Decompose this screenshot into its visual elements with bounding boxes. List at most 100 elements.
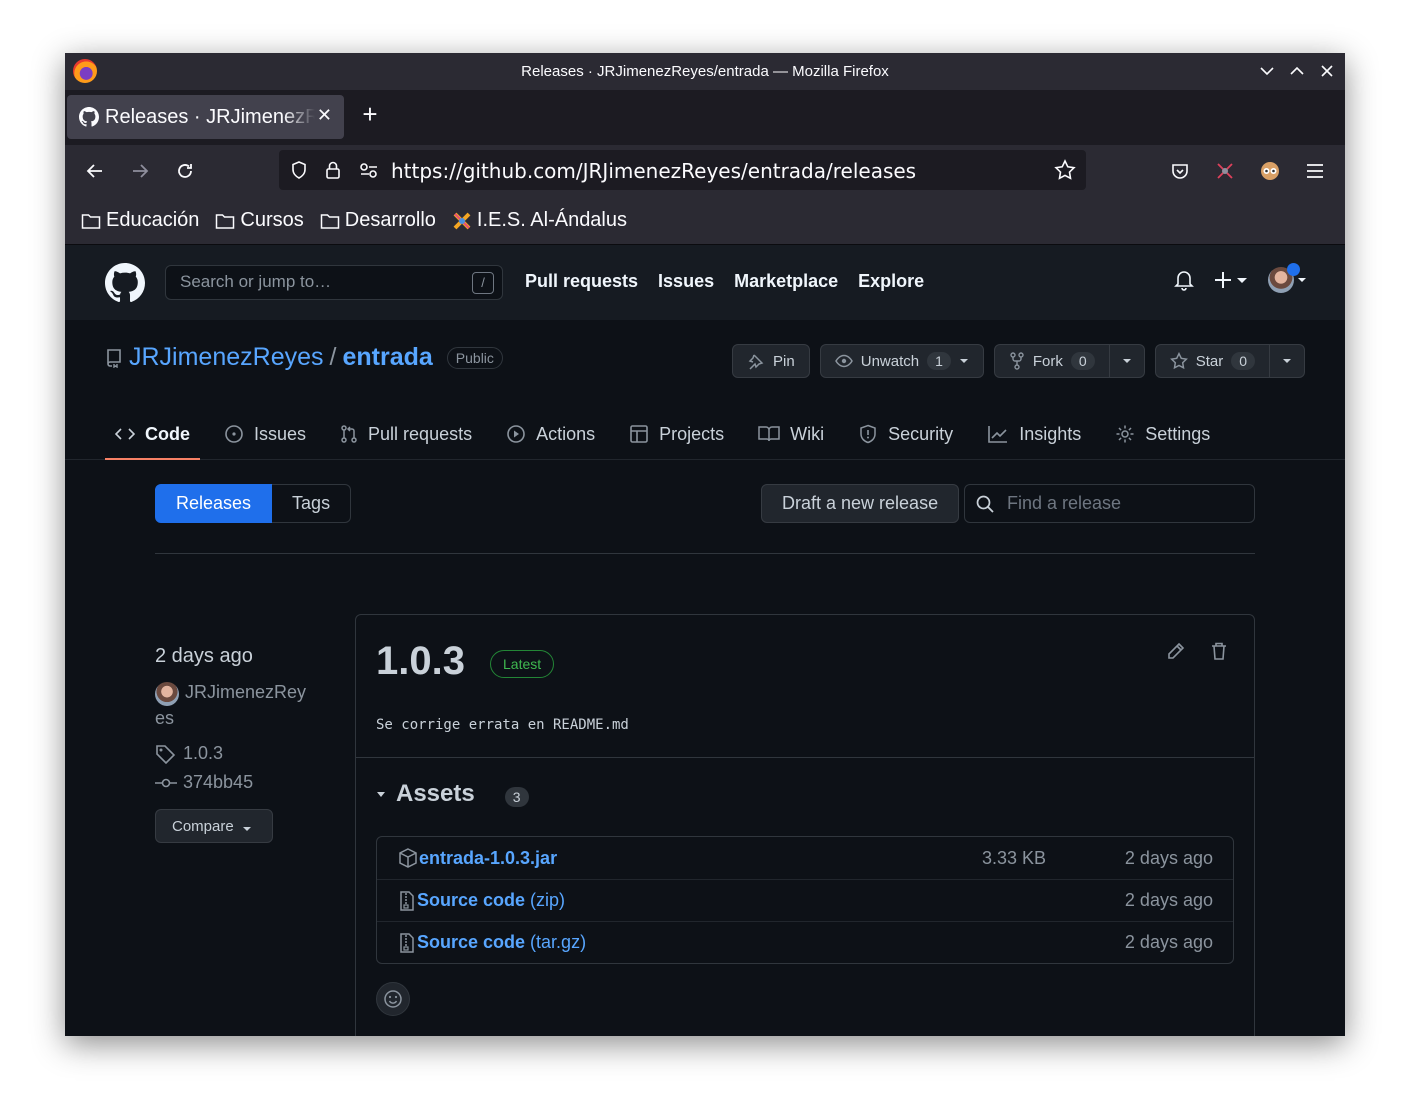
book-icon (758, 426, 780, 442)
browser-tab[interactable]: Releases · JRJimenezReyes/entrada ✕ (67, 95, 344, 139)
header-actions (1174, 263, 1307, 293)
nav-explore[interactable]: Explore (858, 271, 924, 292)
permissions-icon[interactable] (359, 162, 379, 178)
tab-close-icon[interactable]: ✕ (317, 105, 332, 126)
pencil-icon[interactable] (1166, 641, 1186, 661)
release-tag-link[interactable]: 1.0.3 (155, 743, 306, 764)
star-label: Star (1195, 352, 1224, 370)
eye-icon (834, 354, 853, 368)
tab-label: Wiki (790, 423, 825, 444)
notifications-bell-icon[interactable] (1174, 269, 1194, 291)
nav-marketplace[interactable]: Marketplace (734, 271, 838, 292)
new-tab-button[interactable]: + (357, 101, 383, 128)
compare-label: Compare (172, 817, 234, 835)
commit-icon (155, 778, 177, 787)
subnav-tags[interactable]: Tags (272, 484, 352, 523)
compare-button[interactable]: Compare (155, 809, 273, 843)
github-logo-icon[interactable] (105, 263, 145, 303)
url-text: https://github.com/JRJimenezReyes/entrad… (391, 159, 917, 183)
assets-list: entrada-1.0.3.jar 3.33 KB 2 days ago Sou… (376, 836, 1234, 964)
maximize-icon[interactable] (1289, 61, 1305, 81)
author-name-wrap: es (155, 708, 175, 728)
subnav-releases[interactable]: Releases (155, 484, 273, 523)
repo-owner-link[interactable]: JRJimenezReyes (129, 343, 324, 372)
repo-name-link[interactable]: entrada (342, 343, 432, 372)
fork-icon (1010, 352, 1024, 370)
tab-insights[interactable]: Insights (977, 408, 1091, 460)
folder-icon (320, 213, 340, 229)
create-new-plus-icon[interactable] (1214, 270, 1248, 290)
tab-label: Issues (254, 423, 307, 444)
add-reaction-button[interactable] (376, 982, 410, 1016)
profile-extension-icon[interactable] (1256, 157, 1284, 185)
fork-dropdown-button[interactable] (1109, 344, 1145, 378)
bookmark-star-icon[interactable] (1054, 159, 1076, 181)
bookmark-ies-al-andalus[interactable]: I.E.S. Al-Ándalus (452, 209, 627, 232)
asset-extension: (zip) (530, 890, 566, 910)
tab-projects[interactable]: Projects (619, 408, 734, 460)
nav-pull-requests[interactable]: Pull requests (525, 271, 638, 292)
tab-settings[interactable]: Settings (1105, 408, 1220, 460)
shield-icon (860, 424, 876, 444)
bookmark-cursos[interactable]: Cursos (215, 209, 304, 232)
back-button[interactable] (81, 157, 109, 185)
repo-icon (107, 348, 121, 368)
asset-row[interactable]: Source code (zip) 2 days ago (377, 879, 1233, 921)
tab-wiki[interactable]: Wiki (748, 408, 834, 460)
repo-separator: / (329, 343, 337, 371)
draft-new-release-button[interactable]: Draft a new release (761, 484, 960, 523)
bookmark-educacion[interactable]: Educación (81, 209, 199, 232)
fork-button[interactable]: Fork 0 (993, 344, 1110, 378)
assets-toggle[interactable]: Assets 3 (376, 780, 529, 808)
lock-icon[interactable] (324, 160, 342, 180)
play-circle-icon (507, 425, 525, 443)
unwatch-button[interactable]: Unwatch 1 (819, 344, 984, 378)
github-favicon-icon (79, 107, 99, 127)
bookmarks-bar: Educación Cursos Desarrollo I.E.S. Al-Án… (65, 197, 1345, 245)
minimize-icon[interactable] (1259, 61, 1275, 81)
release-actions (1166, 641, 1228, 661)
release-date: 2 days ago (155, 645, 253, 667)
shield-icon[interactable] (289, 160, 309, 180)
asset-row[interactable]: entrada-1.0.3.jar 3.33 KB 2 days ago (377, 837, 1233, 879)
star-count: 0 (1231, 352, 1255, 370)
latest-badge: Latest (490, 650, 555, 678)
tab-strip: Releases · JRJimenezReyes/entrada ✕ + (65, 90, 1345, 145)
pin-button[interactable]: Pin (732, 344, 810, 378)
nav-issues[interactable]: Issues (658, 271, 714, 292)
tab-actions[interactable]: Actions (496, 408, 605, 460)
visibility-badge: Public (446, 346, 503, 369)
tab-code[interactable]: Code (105, 408, 200, 460)
star-dropdown-button[interactable] (1270, 344, 1305, 378)
release-author[interactable]: JRJimenezRey (155, 682, 306, 706)
file-zip-icon (400, 890, 414, 911)
close-window-icon[interactable] (1319, 61, 1335, 81)
release-commit-link[interactable]: 374bb45 (155, 772, 306, 793)
reload-button[interactable] (171, 157, 199, 185)
avatar (155, 682, 179, 706)
bookmark-desarrollo[interactable]: Desarrollo (320, 209, 436, 232)
chevron-down-icon (959, 359, 968, 363)
hamburger-menu-icon[interactable] (1301, 157, 1329, 185)
tag-icon (156, 744, 176, 764)
user-avatar-menu[interactable] (1268, 263, 1307, 293)
gear-icon (1116, 425, 1134, 443)
url-bar[interactable]: https://github.com/JRJimenezReyes/entrad… (279, 150, 1086, 190)
search-placeholder: Search or jump to… (180, 272, 332, 291)
release-version-title[interactable]: 1.0.3 (376, 639, 465, 684)
extension-disabled-icon[interactable] (1211, 157, 1239, 185)
tag-name: 1.0.3 (183, 743, 224, 763)
tab-issues[interactable]: Issues (214, 408, 316, 460)
forward-button[interactable] (126, 157, 154, 185)
pocket-icon[interactable] (1166, 157, 1194, 185)
search-input[interactable]: Search or jump to… / (165, 265, 503, 300)
asset-row[interactable]: Source code (tar.gz) 2 days ago (377, 921, 1233, 963)
trash-icon[interactable] (1210, 641, 1228, 661)
tab-pull-requests[interactable]: Pull requests (330, 408, 482, 460)
tab-security[interactable]: Security (848, 408, 963, 460)
unwatch-label: Unwatch (860, 352, 920, 370)
star-button[interactable]: Star 0 (1154, 344, 1270, 378)
bookmark-label: Desarrollo (344, 209, 436, 231)
commit-sha: 374bb45 (183, 772, 254, 792)
find-release-input[interactable]: Find a release (964, 484, 1255, 523)
